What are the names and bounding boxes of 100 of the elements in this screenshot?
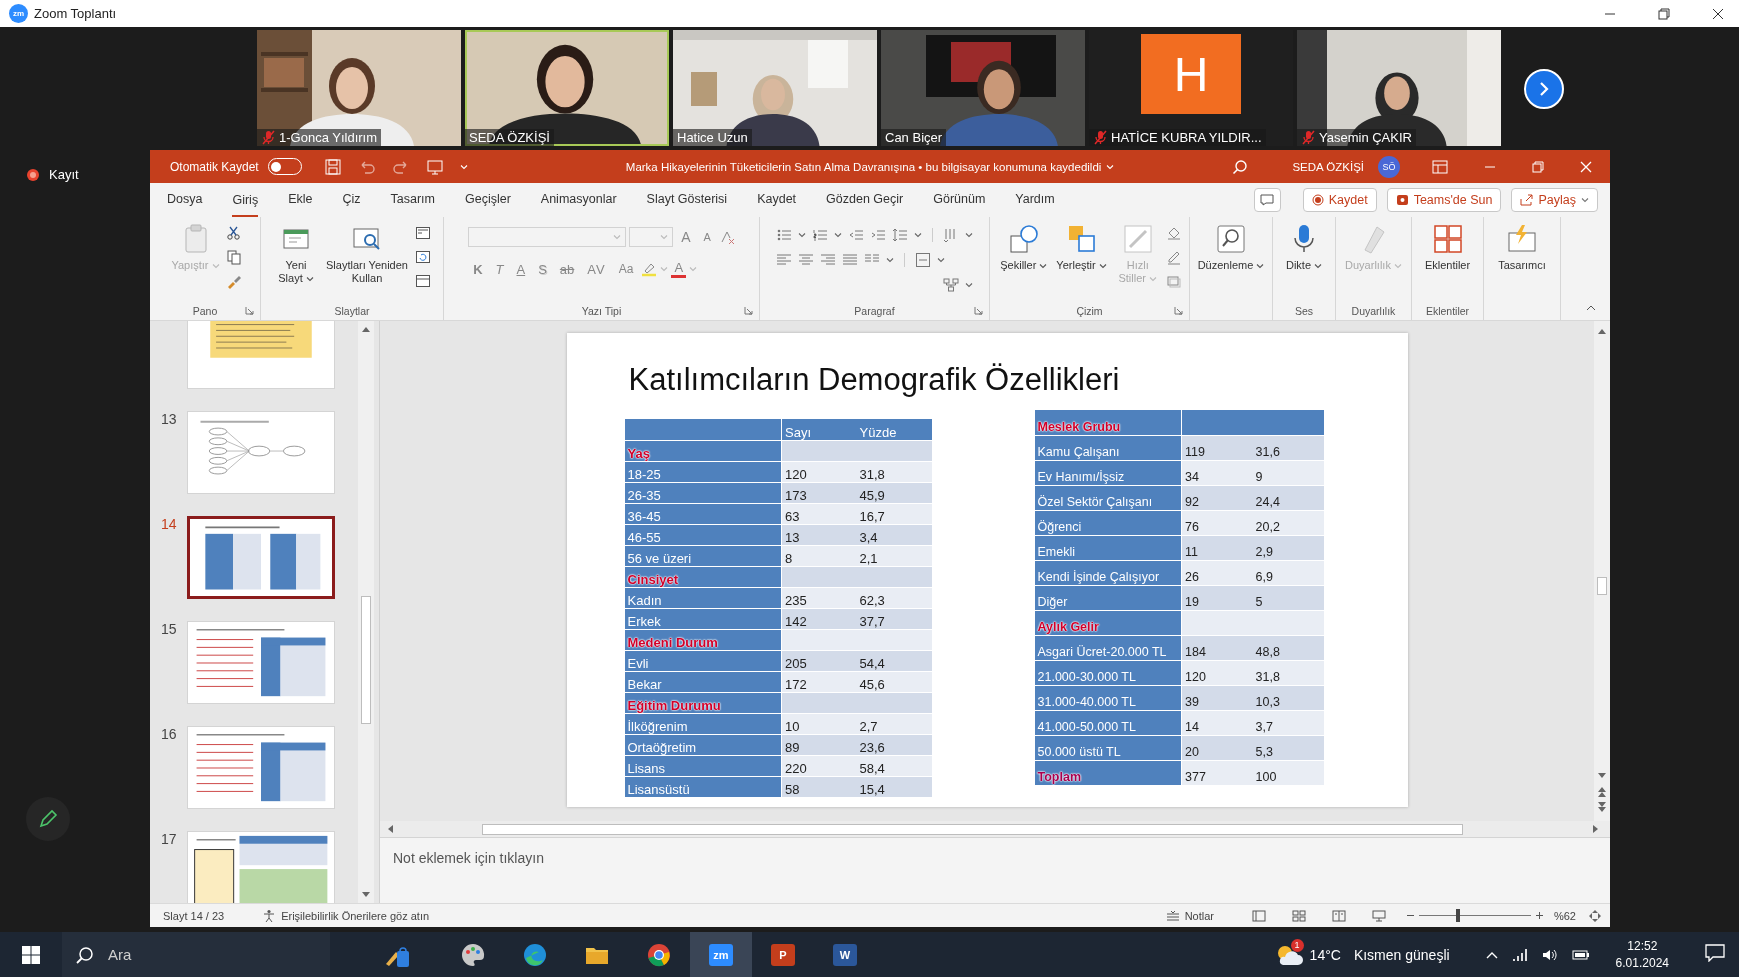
- menu-tab[interactable]: Dosya: [153, 189, 217, 217]
- reading-view-icon[interactable]: [1331, 909, 1346, 922]
- volume-icon[interactable]: [1541, 947, 1558, 962]
- scroll-up-icon[interactable]: [361, 325, 371, 333]
- scrollbar[interactable]: [358, 321, 374, 903]
- outline-icon[interactable]: [1165, 249, 1182, 265]
- scroll-right-icon[interactable]: [1592, 824, 1600, 834]
- annotate-button[interactable]: [26, 797, 70, 841]
- search-button[interactable]: Düzenleme: [1194, 221, 1268, 275]
- slider-thumb[interactable]: [1456, 909, 1461, 922]
- caret-icon[interactable]: [965, 232, 973, 238]
- dialog-launcher-icon[interactable]: [1174, 306, 1183, 315]
- caret-icon[interactable]: [834, 232, 842, 238]
- slideshow-icon[interactable]: [1371, 909, 1386, 922]
- fill-icon[interactable]: [1165, 225, 1182, 241]
- zoom-percent[interactable]: %62: [1553, 909, 1576, 922]
- notes-button[interactable]: Notlar: [1165, 909, 1214, 922]
- scroll-down-icon[interactable]: [1597, 772, 1607, 780]
- menu-tab[interactable]: Tasarım: [376, 189, 449, 217]
- menu-tab[interactable]: Kaydet: [743, 189, 811, 217]
- menu-tab[interactable]: Yardım: [1001, 189, 1069, 217]
- grid-button[interactable]: Eklentiler: [1421, 221, 1474, 275]
- close-icon[interactable]: [1712, 7, 1724, 20]
- search-icon[interactable]: [1232, 158, 1249, 175]
- search-field[interactable]: Ara: [62, 932, 330, 977]
- caret-icon[interactable]: [1039, 263, 1048, 270]
- scrollbar[interactable]: [1594, 321, 1610, 821]
- record-button[interactable]: Kaydet: [1302, 188, 1377, 212]
- caret-icon[interactable]: [1098, 263, 1107, 270]
- scrollbar-thumb[interactable]: [482, 823, 1463, 835]
- scrollbar-thumb[interactable]: [1597, 577, 1607, 595]
- slide-search-button[interactable]: Slaytları Yeniden Kullan: [322, 221, 412, 288]
- network-icon[interactable]: [1511, 947, 1528, 962]
- menu-tab[interactable]: Slayt Gösterisi: [632, 189, 742, 217]
- copy-icon[interactable]: [225, 249, 242, 265]
- reset-icon[interactable]: [415, 249, 431, 265]
- save-icon[interactable]: [323, 157, 342, 176]
- collapse-ribbon-icon[interactable]: [1586, 304, 1596, 311]
- dialog-launcher-icon[interactable]: [974, 306, 983, 315]
- caret-icon[interactable]: [1581, 197, 1589, 203]
- menu-tab[interactable]: Animasyonlar: [526, 189, 631, 217]
- taskbar-button[interactable]: W: [814, 932, 876, 977]
- ribbon-options-icon[interactable]: [1432, 159, 1448, 174]
- clear-format-icon[interactable]: [718, 229, 735, 245]
- font-name-field[interactable]: [468, 227, 627, 247]
- next-page-button[interactable]: [1524, 69, 1564, 109]
- caret-icon[interactable]: [886, 257, 894, 263]
- font-size-field[interactable]: [629, 227, 674, 247]
- bullet-list-icon[interactable]: [776, 227, 792, 243]
- scrollbar-thumb[interactable]: [361, 596, 371, 724]
- highlighter-icon[interactable]: [641, 261, 658, 277]
- numbered-list-icon[interactable]: [812, 227, 828, 243]
- presentation-icon[interactable]: [425, 157, 444, 176]
- comment-button[interactable]: [1253, 188, 1281, 212]
- scroll-left-icon[interactable]: [386, 824, 394, 834]
- chevron-up-icon[interactable]: [1485, 950, 1498, 959]
- caret-icon[interactable]: [965, 282, 973, 288]
- microphone-button[interactable]: Dikte: [1282, 221, 1326, 275]
- slide-thumbnail[interactable]: [187, 516, 335, 599]
- caret-icon[interactable]: [305, 276, 314, 283]
- layout-icon[interactable]: [415, 225, 431, 241]
- dialog-launcher-icon[interactable]: [245, 306, 254, 315]
- zoom-in-icon[interactable]: [1534, 911, 1544, 920]
- arrange-button[interactable]: Yerleştir: [1053, 221, 1110, 275]
- caret-icon[interactable]: [1256, 263, 1265, 270]
- menu-tab[interactable]: Ekle: [274, 189, 327, 217]
- slide-button[interactable]: Yeni Slayt: [273, 221, 319, 288]
- caret-icon[interactable]: [937, 257, 945, 263]
- taskbar-button[interactable]: P: [752, 932, 814, 977]
- menu-tab[interactable]: Geçişler: [451, 189, 525, 217]
- dialog-launcher-icon[interactable]: [744, 306, 753, 315]
- restore-icon[interactable]: [1658, 7, 1670, 20]
- menu-tab[interactable]: Gözden Geçir: [812, 189, 918, 217]
- lightning-button[interactable]: Tasarımcı: [1495, 221, 1549, 275]
- battery-icon[interactable]: [1571, 948, 1590, 961]
- scrollbar[interactable]: [380, 821, 1610, 837]
- restore-icon[interactable]: [1532, 160, 1544, 173]
- menu-tab[interactable]: Çiz: [328, 189, 375, 217]
- diagram-icon[interactable]: [943, 277, 959, 293]
- line-spacing-icon[interactable]: [892, 227, 908, 243]
- accessibility-status[interactable]: Erişilebilirlik Önerilere göz atın: [281, 909, 430, 922]
- section-icon[interactable]: [415, 273, 431, 289]
- present-button[interactable]: Teams'de Sun: [1386, 188, 1502, 212]
- menu-tab[interactable]: Görünüm: [919, 189, 1000, 217]
- caret-icon[interactable]: [1314, 263, 1323, 270]
- previous-slide-icon[interactable]: [1597, 786, 1607, 798]
- accessibility-icon[interactable]: [262, 908, 277, 923]
- scroll-up-icon[interactable]: [1597, 327, 1607, 335]
- normal-view-icon[interactable]: [1251, 909, 1266, 922]
- caret-icon[interactable]: [798, 232, 806, 238]
- notifications-icon[interactable]: [1705, 944, 1725, 962]
- caret-icon[interactable]: [914, 232, 922, 238]
- notes-placeholder[interactable]: Not eklemek için tıklayın: [393, 850, 544, 866]
- slide-sorter-icon[interactable]: [1291, 909, 1306, 922]
- share-button[interactable]: Paylaş: [1511, 188, 1598, 212]
- align-text-icon[interactable]: [915, 252, 931, 268]
- user-avatar[interactable]: SÖ: [1378, 155, 1400, 178]
- fit-to-window-icon[interactable]: [1588, 908, 1602, 923]
- shapes-button[interactable]: Şekiller: [997, 221, 1051, 275]
- scissors-icon[interactable]: [225, 225, 242, 241]
